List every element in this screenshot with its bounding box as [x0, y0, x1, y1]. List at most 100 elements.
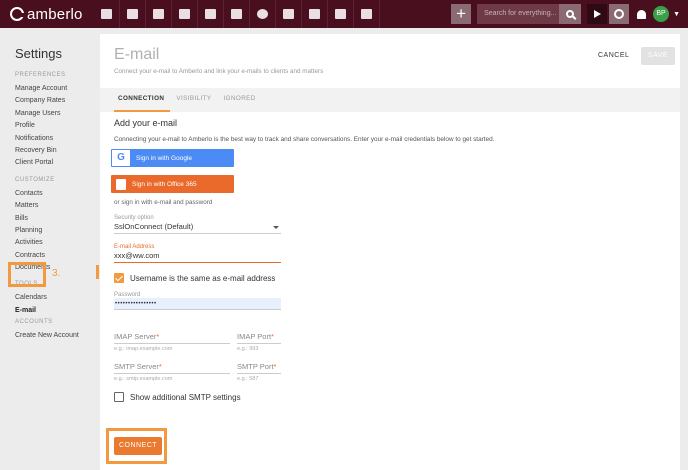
sidebar-item-email[interactable]: E-mail: [15, 305, 100, 317]
reports-icon[interactable]: [354, 0, 380, 28]
security-option-value: SslOnConnect (Default): [114, 222, 194, 231]
connection-form: Add your e-mail Connecting your e-mail t…: [111, 118, 680, 402]
additional-smtp-row: Show additional SMTP settings: [114, 392, 680, 402]
search-button[interactable]: [559, 4, 582, 24]
sidebar-title: Settings: [15, 46, 62, 61]
sidebar-item-contracts[interactable]: Contracts: [15, 250, 100, 262]
bell-icon: [636, 9, 646, 19]
required-mark: *: [273, 362, 277, 371]
google-icon: G: [112, 150, 130, 166]
additional-smtp-checkbox[interactable]: [114, 392, 124, 402]
sidebar-section-preferences: PREFERENCES: [15, 72, 66, 78]
imap-server-hint: e.g.: imap.example.com: [114, 346, 173, 352]
sidebar-item-contacts[interactable]: Contacts: [15, 188, 100, 200]
tab-ignored[interactable]: IGNORED: [218, 88, 262, 112]
top-bar-actions: + Search for everything... BP ▼: [451, 0, 688, 28]
main-nav: [94, 0, 380, 28]
smtp-row: SMTP Server* e.g.: smtp.example.com SMTP…: [114, 362, 680, 382]
smtp-port-label: SMTP Port: [237, 362, 274, 371]
imap-server-label: IMAP Server: [114, 332, 157, 341]
save-button[interactable]: SAVE: [641, 47, 675, 65]
email-settings-panel: E-mail Connect your e-mail to Amberlo an…: [100, 34, 680, 470]
play-icon: [593, 10, 601, 18]
sign-in-office365-button[interactable]: Sign in with Office 365: [111, 175, 234, 193]
add-new-button[interactable]: +: [451, 4, 472, 24]
active-item-indicator: [96, 265, 99, 279]
sidebar-section-accounts: ACCOUNTS: [15, 319, 53, 326]
page-title: E-mail: [114, 46, 160, 63]
folder-icon[interactable]: [276, 0, 302, 28]
sidebar-item-manage-users[interactable]: Manage Users: [15, 108, 100, 120]
timer-button[interactable]: [609, 4, 630, 24]
email-address-input[interactable]: xxx@ww.com: [114, 250, 281, 263]
imap-port-input[interactable]: IMAP Port*: [237, 332, 281, 342]
mail-icon[interactable]: [328, 0, 354, 28]
calendar-icon[interactable]: [224, 0, 250, 28]
bills-icon[interactable]: [172, 0, 198, 28]
username-same-row: Username is the same as e-mail address: [114, 273, 680, 283]
sidebar-item-activities[interactable]: Activities: [15, 237, 100, 249]
username-same-label: Username is the same as e-mail address: [130, 273, 276, 283]
sidebar-item-profile[interactable]: Profile: [15, 120, 100, 132]
connect-button[interactable]: CONNECT: [114, 437, 162, 455]
sidebar-section-customize: CUSTOMIZE: [15, 176, 55, 183]
password-input[interactable]: ••••••••••••••••: [114, 298, 281, 310]
intro-text: Connecting your e-mail to Amberlo is the…: [114, 136, 495, 143]
required-mark: *: [271, 332, 274, 341]
step-label: 3.: [52, 268, 61, 279]
matters-icon[interactable]: [146, 0, 172, 28]
additional-smtp-label: Show additional SMTP settings: [130, 392, 241, 402]
section-title: Add your e-mail: [114, 118, 178, 128]
sidebar-item-client-portal[interactable]: Client Portal: [15, 157, 100, 169]
top-bar: amberlo + Search for everything... BP ▼: [0, 0, 688, 28]
sidebar-item-company-rates[interactable]: Company Rates: [15, 95, 100, 107]
amberlo-logo-icon: [10, 7, 25, 21]
sign-in-google-button[interactable]: G Sign in with Google: [111, 149, 234, 167]
smtp-server-hint: e.g.: smtp.example.com: [114, 376, 173, 382]
chevron-down-icon[interactable]: ▼: [673, 11, 680, 18]
page-subtitle: Connect your e-mail to Amberlo and link …: [114, 68, 324, 75]
security-option-select[interactable]: SslOnConnect (Default): [114, 221, 281, 234]
sidebar-item-planning[interactable]: Planning: [15, 225, 100, 237]
settings-sidebar: Settings PREFERENCES Manage Account Comp…: [0, 28, 100, 470]
sidebar-item-create-new-account[interactable]: Create New Account: [15, 330, 100, 342]
required-mark: *: [156, 332, 160, 341]
cancel-button[interactable]: CANCEL: [598, 52, 629, 59]
documents-icon[interactable]: [302, 0, 328, 28]
start-timer-button[interactable]: [587, 4, 608, 24]
imap-server-input[interactable]: IMAP Server*: [114, 332, 237, 342]
imap-row: IMAP Server* e.g.: imap.example.com IMAP…: [114, 332, 680, 352]
sidebar-item-notifications[interactable]: Notifications: [15, 133, 100, 145]
smtp-port-input[interactable]: SMTP Port*: [237, 362, 281, 372]
google-button-label: Sign in with Google: [136, 154, 193, 162]
office-icon: [116, 178, 126, 190]
or-sign-in-text: or sign in with e-mail and password: [114, 199, 213, 206]
sidebar-item-matters[interactable]: Matters: [15, 200, 100, 212]
sidebar-item-bills[interactable]: Bills: [15, 213, 100, 225]
tab-visibility[interactable]: VISIBILITY: [170, 88, 217, 112]
user-avatar[interactable]: BP: [653, 6, 670, 22]
email-tabs: CONNECTION VISIBILITY IGNORED: [100, 88, 680, 112]
smtp-server-input[interactable]: SMTP Server*: [114, 362, 237, 372]
smtp-server-label: SMTP Server: [114, 362, 159, 371]
app-name: amberlo: [27, 5, 83, 23]
required-mark: *: [158, 362, 162, 371]
time-icon[interactable]: [250, 0, 276, 28]
sidebar-item-recovery-bin[interactable]: Recovery Bin: [15, 145, 100, 157]
global-search-input[interactable]: Search for everything...: [477, 4, 560, 24]
smtp-port-hint: e.g.: 587: [237, 376, 259, 382]
notifications-button[interactable]: [633, 4, 649, 24]
contacts-icon[interactable]: [120, 0, 146, 28]
tab-connection[interactable]: CONNECTION: [114, 88, 171, 112]
email-highlight-box: [8, 262, 46, 287]
sidebar-item-manage-account[interactable]: Manage Account: [15, 83, 100, 95]
sidebar-item-calendars[interactable]: Calendars: [15, 292, 100, 304]
search-icon: [566, 10, 575, 18]
imap-port-label: IMAP Port: [237, 332, 272, 341]
imap-port-hint: e.g.: 993: [237, 346, 259, 352]
stopwatch-icon: [614, 9, 625, 19]
username-same-checkbox[interactable]: [114, 273, 124, 283]
app-logo[interactable]: amberlo: [0, 6, 92, 23]
dashboard-icon[interactable]: [94, 0, 120, 28]
bank-icon[interactable]: [198, 0, 224, 28]
